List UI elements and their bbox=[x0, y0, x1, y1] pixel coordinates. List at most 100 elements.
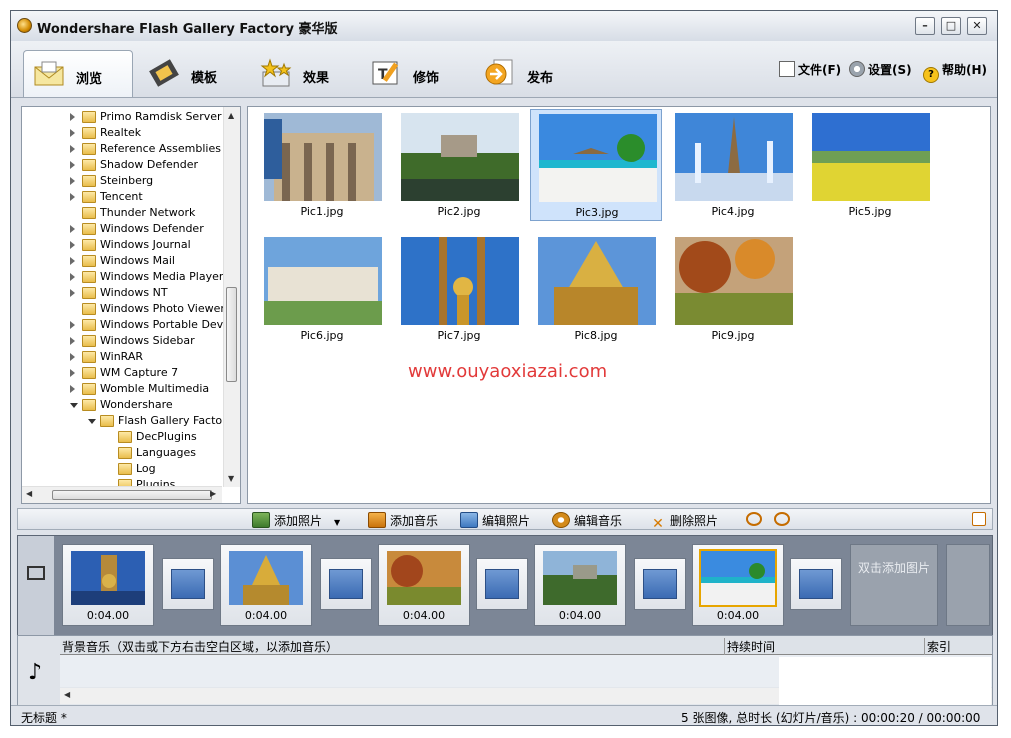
photo-thumbnail[interactable]: Pic2.jpg bbox=[393, 109, 525, 221]
scroll-right-icon[interactable]: ▶ bbox=[210, 489, 216, 498]
collapse-arrow-icon[interactable] bbox=[70, 403, 78, 408]
expand-arrow-icon[interactable] bbox=[70, 177, 75, 185]
storyboard[interactable]: 0:04.00 0:04.00 0:04.00 0:04.00 0:04.00 … bbox=[17, 535, 993, 637]
add-picture-slot[interactable]: 双击添加图片 bbox=[850, 544, 938, 626]
photo-thumbnail[interactable]: Pic7.jpg bbox=[393, 233, 525, 345]
folder-icon bbox=[118, 447, 132, 459]
collapse-arrow-icon[interactable] bbox=[88, 419, 96, 424]
tab-label: 浏览 bbox=[76, 72, 103, 87]
expand-arrow-icon[interactable] bbox=[70, 369, 75, 377]
folder-icon bbox=[82, 207, 96, 219]
folder-icon bbox=[82, 159, 96, 171]
folder-tree[interactable]: Primo Ramdisk Server Ed Realtek Reference … bbox=[21, 106, 241, 504]
expand-arrow-icon[interactable] bbox=[70, 257, 75, 265]
expand-arrow-icon[interactable] bbox=[70, 145, 75, 153]
storyboard-frame[interactable]: 0:04.00 bbox=[62, 544, 154, 626]
edit-music-button[interactable]: 编辑音乐 bbox=[552, 512, 622, 529]
folder-icon bbox=[82, 223, 96, 235]
file-menu[interactable]: 文件(F) bbox=[779, 61, 841, 78]
expand-arrow-icon[interactable] bbox=[70, 241, 75, 249]
expand-arrow-icon[interactable] bbox=[70, 161, 75, 169]
tree-horizontal-scrollbar[interactable]: ◀ ▶ bbox=[22, 486, 222, 503]
edit-photo-button[interactable]: 编辑照片 bbox=[460, 512, 530, 529]
expand-arrow-icon[interactable] bbox=[70, 273, 75, 281]
photo-gallery[interactable]: Pic1.jpg Pic2.jpg Pic3.jpg Pic4.jpg Pic5.jpg… bbox=[247, 106, 991, 504]
film-strip-icon bbox=[149, 59, 179, 87]
photo-image bbox=[401, 113, 519, 201]
index-column[interactable]: 索引 bbox=[924, 638, 951, 655]
expand-arrow-icon[interactable] bbox=[70, 129, 75, 137]
photo-thumbnail[interactable]: Pic4.jpg bbox=[667, 109, 799, 221]
tree-vertical-scrollbar[interactable]: ▲ ▼ bbox=[223, 107, 240, 487]
tree-item-label: Steinberg bbox=[100, 174, 154, 187]
tab-browse[interactable]: 浏览 bbox=[23, 50, 133, 97]
expand-arrow-icon[interactable] bbox=[70, 225, 75, 233]
storyboard-sidebar bbox=[18, 536, 54, 636]
expand-arrow-icon[interactable] bbox=[70, 321, 75, 329]
empty-slot[interactable] bbox=[946, 544, 990, 626]
rotate-right-button[interactable] bbox=[774, 512, 794, 526]
photo-thumbnail[interactable]: Pic5.jpg bbox=[804, 109, 936, 221]
help-menu[interactable]: ? 帮助(H) bbox=[923, 61, 987, 83]
transition-icon bbox=[643, 569, 677, 599]
photo-thumbnail[interactable]: Pic1.jpg bbox=[256, 109, 388, 221]
tree-hscroll-thumb[interactable] bbox=[52, 490, 212, 500]
tree-item-label: Reference Assemblies bbox=[100, 142, 221, 155]
add-music-button[interactable]: 添加音乐 bbox=[368, 512, 438, 529]
delete-photo-button[interactable]: ✕ 删除照片 bbox=[650, 512, 718, 531]
close-button[interactable]: ✕ bbox=[967, 17, 987, 35]
expand-arrow-icon[interactable] bbox=[70, 113, 75, 121]
scroll-up-icon[interactable]: ▲ bbox=[228, 111, 234, 120]
envelope-icon bbox=[34, 61, 64, 86]
transition-slot[interactable] bbox=[790, 558, 842, 610]
folder-icon bbox=[118, 463, 132, 475]
photo-filename: Pic1.jpg bbox=[300, 205, 344, 218]
expand-arrow-icon[interactable] bbox=[70, 337, 75, 345]
expand-arrow-icon[interactable] bbox=[70, 289, 75, 297]
storyboard-frame-selected[interactable]: 0:04.00 bbox=[692, 544, 784, 626]
scroll-left-icon[interactable]: ◀ bbox=[26, 489, 32, 498]
tab-decorate[interactable]: T 修饰 bbox=[361, 50, 457, 96]
photo-image bbox=[539, 114, 657, 202]
add-photo-icon bbox=[252, 512, 270, 528]
photo-thumbnail[interactable]: Pic8.jpg bbox=[530, 233, 662, 345]
music-header: 背景音乐（双击或下方右击空白区域，以添加音乐） 持续时间 索引 bbox=[60, 636, 992, 655]
expand-arrow-icon[interactable] bbox=[70, 353, 75, 361]
transition-slot[interactable] bbox=[162, 558, 214, 610]
photo-thumbnail-selected[interactable]: Pic3.jpg bbox=[530, 109, 662, 221]
expand-arrow-icon[interactable] bbox=[70, 385, 75, 393]
transition-slot[interactable] bbox=[320, 558, 372, 610]
expand-button[interactable] bbox=[972, 512, 990, 526]
film-icon bbox=[27, 566, 45, 580]
expand-arrow-icon[interactable] bbox=[70, 193, 75, 201]
storyboard-frame[interactable]: 0:04.00 bbox=[378, 544, 470, 626]
photo-thumbnail[interactable]: Pic6.jpg bbox=[256, 233, 388, 345]
scroll-left-icon[interactable]: ◀ bbox=[64, 690, 70, 699]
rotate-left-button[interactable] bbox=[746, 512, 766, 526]
storyboard-frame[interactable]: 0:04.00 bbox=[534, 544, 626, 626]
transition-slot[interactable] bbox=[634, 558, 686, 610]
tab-effects[interactable]: 效果 bbox=[251, 50, 347, 96]
maximize-button[interactable]: □ bbox=[941, 17, 961, 35]
duration-column[interactable]: 持续时间 bbox=[724, 638, 775, 655]
photo-image bbox=[812, 113, 930, 201]
add-music-icon bbox=[368, 512, 386, 528]
frame-duration: 0:04.00 bbox=[402, 609, 446, 622]
storyboard-frame[interactable]: 0:04.00 bbox=[220, 544, 312, 626]
tab-label: 修饰 bbox=[413, 71, 440, 86]
transition-slot[interactable] bbox=[476, 558, 528, 610]
add-photo-button[interactable]: 添加照片 ▼ bbox=[252, 512, 340, 529]
dropdown-arrow-icon[interactable]: ▼ bbox=[334, 518, 340, 527]
folder-icon bbox=[118, 431, 132, 443]
frame-thumbnail bbox=[543, 551, 617, 605]
scroll-down-icon[interactable]: ▼ bbox=[228, 474, 234, 483]
photo-thumbnail[interactable]: Pic9.jpg bbox=[667, 233, 799, 345]
tab-publish[interactable]: 发布 bbox=[475, 50, 571, 96]
minimize-button[interactable]: – bbox=[915, 17, 935, 35]
tab-label: 发布 bbox=[527, 71, 554, 86]
settings-menu[interactable]: 设置(S) bbox=[849, 61, 912, 78]
bg-music-column[interactable]: 背景音乐（双击或下方右击空白区域，以添加音乐） bbox=[62, 638, 338, 655]
tab-templates[interactable]: 模板 bbox=[139, 50, 235, 96]
music-note-icon: ♪ bbox=[28, 660, 43, 685]
tree-scroll-thumb[interactable] bbox=[226, 287, 237, 382]
